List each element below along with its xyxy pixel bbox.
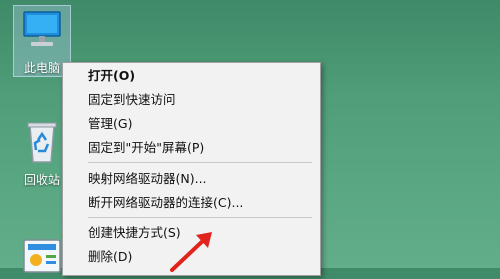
recycle-bin-icon (27, 122, 57, 163)
menu-separator (88, 217, 312, 218)
menu-separator (88, 162, 312, 163)
menu-item-open[interactable]: 打开(O) (63, 64, 320, 88)
menu-item-manage[interactable]: 管理(G) (63, 112, 320, 136)
menu-item-map-network-drive[interactable]: 映射网络驱动器(N)... (63, 167, 320, 191)
menu-item-pin-quick-access[interactable]: 固定到快速访问 (63, 88, 320, 112)
this-pc-icon (23, 11, 61, 46)
control-panel-icon (23, 239, 61, 273)
menu-item-pin-start[interactable]: 固定到"开始"屏幕(P) (63, 136, 320, 160)
annotation-arrow-icon (170, 232, 212, 272)
menu-item-disconnect-network-drive[interactable]: 断开网络驱动器的连接(C)... (63, 191, 320, 215)
